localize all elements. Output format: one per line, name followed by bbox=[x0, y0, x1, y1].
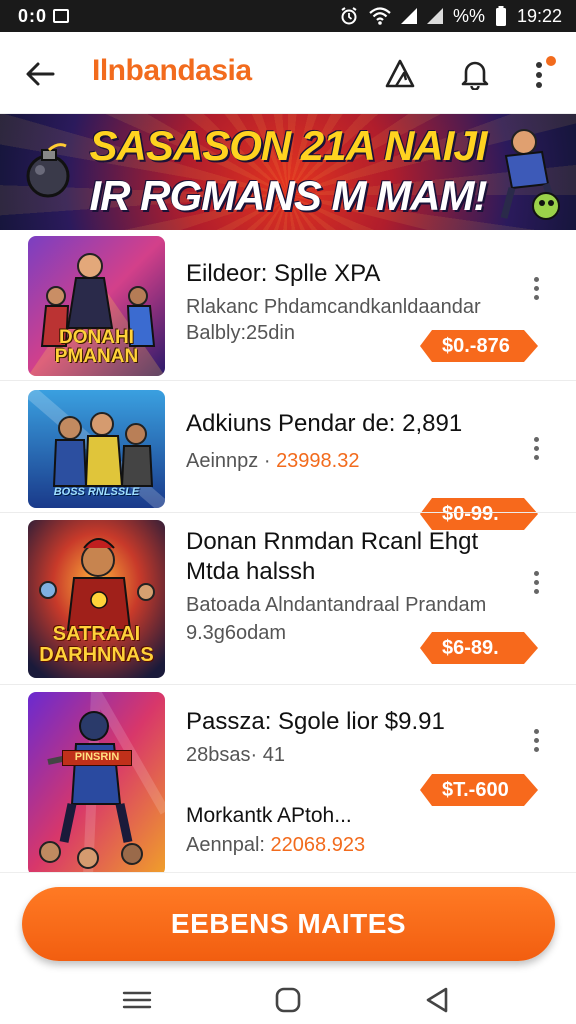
status-time: 19:22 bbox=[516, 5, 562, 26]
game-thumbnail[interactable]: BOSS RNLSSLE bbox=[28, 390, 165, 508]
list-item[interactable]: PINSRIN Passza: Sgole lior $9.91 28bsas·… bbox=[0, 686, 576, 872]
item-title: Donan Rnmdan Rcanl Ehgt bbox=[186, 528, 479, 555]
banner-headline-1: SASASON 21A NAIJI bbox=[89, 122, 488, 169]
alert-icon bbox=[385, 59, 415, 88]
item-subtitle-value: 23998.32 bbox=[276, 450, 360, 472]
notifications-button[interactable] bbox=[455, 54, 495, 94]
price-tag[interactable]: $0.-876 bbox=[420, 330, 538, 362]
signal-icon-1 bbox=[400, 8, 417, 24]
price-tag[interactable]: $6-89. bbox=[420, 632, 538, 664]
item-subtitle-label: Aeinnpz · bbox=[186, 450, 271, 472]
item-subtitle: Rlakanc Phdamcandkanldaandar bbox=[186, 296, 481, 318]
divider bbox=[0, 380, 576, 381]
wifi-icon bbox=[369, 7, 391, 25]
item-more-button[interactable] bbox=[522, 430, 550, 466]
bell-icon bbox=[461, 61, 489, 90]
item-subtitle-2: Balbly:25din bbox=[186, 322, 295, 344]
more-options-button[interactable] bbox=[520, 54, 560, 94]
status-right: %% 19:22 bbox=[339, 6, 562, 27]
signal-icon-2 bbox=[426, 8, 443, 24]
primary-cta-button[interactable]: EEBENS MAITES bbox=[22, 887, 555, 961]
home-icon bbox=[275, 987, 301, 1013]
back-arrow-icon bbox=[26, 62, 55, 86]
thumbnail-title-1: BOSS RNLSSLE bbox=[53, 486, 140, 498]
item-more-button[interactable] bbox=[522, 270, 550, 306]
item-title: Eildeor: Splle XPA bbox=[186, 260, 381, 287]
recents-icon bbox=[122, 991, 152, 1009]
alert-button[interactable] bbox=[380, 54, 420, 94]
item-subtitle: Aeinnpz · 23998.32 bbox=[186, 450, 359, 473]
promo-banner[interactable]: SASASON 21A NAIJI IR RGMANS M MAM! bbox=[0, 114, 576, 230]
game-thumbnail[interactable]: PINSRIN bbox=[28, 692, 165, 872]
alarm-icon bbox=[341, 7, 357, 25]
thumbnail-title-1: DONAHI bbox=[59, 327, 134, 348]
list-item[interactable]: SATRAAI DARHNNAS Donan Rnmdan Rcanl Ehgt… bbox=[0, 514, 576, 682]
system-back-button[interactable] bbox=[415, 984, 459, 1016]
list-item[interactable]: DONAHI PMANAN Eildeor: Splle XPA Rlakanc… bbox=[0, 230, 576, 378]
thumbnail-title-2: PMANAN bbox=[54, 346, 139, 367]
status-left-text: 0:0 bbox=[18, 5, 48, 26]
item-more-button[interactable] bbox=[522, 722, 550, 758]
back-button[interactable] bbox=[20, 54, 60, 94]
home-button[interactable] bbox=[266, 984, 310, 1016]
notification-square-icon bbox=[53, 9, 70, 23]
divider bbox=[0, 684, 576, 685]
item-extra-title: Morkantk APtoh... bbox=[186, 804, 352, 827]
recents-button[interactable] bbox=[115, 984, 159, 1016]
item-extra-subtitle-value: 22068.923 bbox=[270, 834, 366, 856]
game-list: DONAHI PMANAN Eildeor: Splle XPA Rlakanc… bbox=[0, 230, 576, 872]
item-title-line-2: Mtda halssh bbox=[186, 558, 316, 585]
divider bbox=[0, 512, 576, 513]
item-title: Adkiuns Pendar de: 2,891 bbox=[186, 410, 463, 437]
triangle-back-icon bbox=[426, 987, 448, 1013]
notification-dot bbox=[546, 56, 556, 66]
item-more-button[interactable] bbox=[522, 564, 550, 600]
game-thumbnail[interactable]: SATRAAI DARHNNAS bbox=[28, 520, 165, 678]
game-thumbnail[interactable]: DONAHI PMANAN bbox=[28, 236, 165, 376]
item-subtitle: Batoada Alndantandraal Prandam bbox=[186, 594, 487, 616]
thumbnail-title-1: SATRAAI bbox=[52, 623, 141, 645]
app-screen: 0:0 %% 19:22 Ilnbandasia SASASON 21A NAI… bbox=[0, 0, 576, 1024]
thumbnail-title-2: DARHNNAS bbox=[39, 644, 154, 666]
status-bar: 0:0 %% 19:22 bbox=[0, 0, 576, 32]
app-title: Ilnbandasia bbox=[92, 54, 252, 87]
item-extra-subtitle: Aennpal: 22068.923 bbox=[186, 834, 365, 857]
thumbnail-title-1: PINSRIN bbox=[62, 750, 132, 766]
price-tag[interactable]: $T.-600 bbox=[420, 774, 538, 806]
item-subtitle: 28bsas· 41 bbox=[186, 744, 285, 766]
banner-headline-2: IR RGMANS M MAM! bbox=[89, 172, 488, 219]
system-nav-bar bbox=[0, 976, 576, 1024]
item-subtitle-2: 9.3g6odam bbox=[186, 622, 287, 644]
more-vert-icon bbox=[536, 62, 542, 88]
app-bar: Ilnbandasia bbox=[0, 32, 576, 114]
item-extra-subtitle-label: Aennpal: bbox=[186, 834, 265, 856]
cta-area: EEBENS MAITES bbox=[0, 872, 576, 976]
status-left: 0:0 bbox=[18, 5, 70, 27]
battery-icon bbox=[495, 6, 506, 26]
battery-percent-text: %% bbox=[452, 5, 485, 26]
item-title: Passza: Sgole lior $9.91 bbox=[186, 708, 445, 735]
list-item[interactable]: BOSS RNLSSLE Adkiuns Pendar de: 2,891 Ae… bbox=[0, 382, 576, 530]
